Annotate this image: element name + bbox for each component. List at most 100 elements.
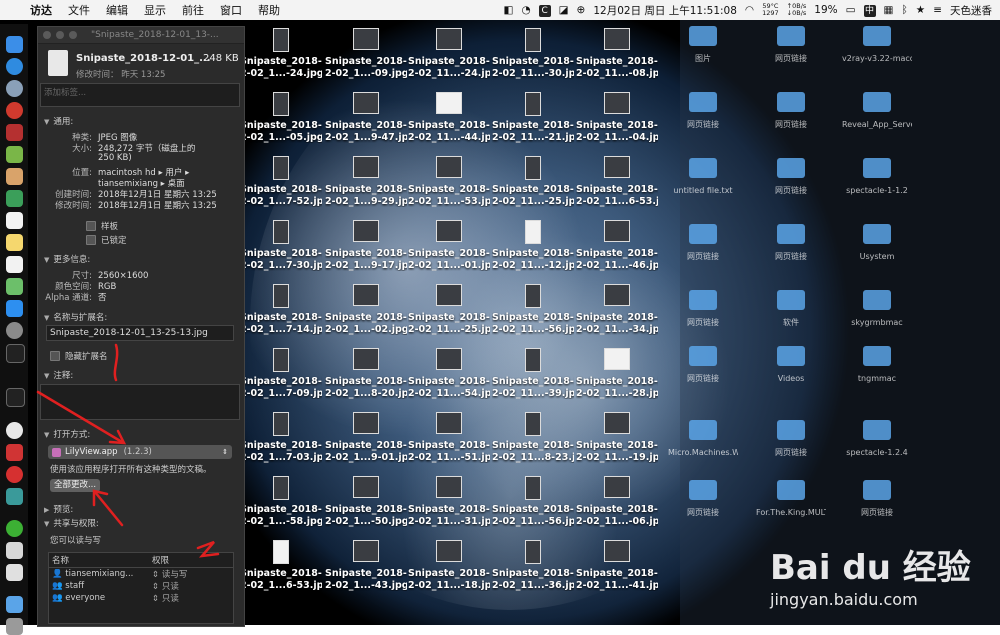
desktop-file[interactable]: Snipaste_2018-1 2-02_1...-09.jpg (325, 26, 407, 82)
desktop-file[interactable]: Snipaste_2018-1 2-02_11...-56.jpg (492, 474, 574, 530)
input-method-icon[interactable]: 中 (860, 4, 880, 17)
desktop-file[interactable]: Snipaste_2018-1 2-02_11...-54.jpg (408, 346, 490, 402)
desktop-file[interactable]: Snipaste_2018-1 2-02_11...-41.jpg (576, 538, 658, 594)
col-privilege[interactable]: 权限 (148, 554, 169, 566)
table-row[interactable]: 👥 staff ⇕ 只读 (49, 580, 233, 592)
name-ext-section-header[interactable]: ▼ 名称与扩展名: (44, 311, 107, 323)
wifi-icon[interactable]: ◠ (741, 4, 758, 16)
col-name[interactable]: 名称 (49, 554, 148, 566)
notes-dock-icon[interactable] (6, 234, 23, 251)
desktop-item[interactable]: 网页链接 (668, 290, 738, 350)
activity-monitor-dock-icon[interactable] (6, 344, 25, 363)
desktop-file[interactable]: Snipaste_2018-1 2-02_1...8-20.jpg (325, 346, 407, 402)
trash-dock-icon[interactable] (6, 618, 23, 635)
yandex-dock-icon[interactable] (6, 422, 23, 439)
desktop-item[interactable]: v2ray-v3.22-macos (842, 26, 912, 86)
zoom-button[interactable] (69, 31, 77, 39)
status-icon-1[interactable]: ◧ (500, 4, 518, 16)
menu-view[interactable]: 显示 (136, 2, 174, 18)
desktop-file[interactable]: Snipaste_2018-1 2-02_11...-39.jpg (492, 346, 574, 402)
game-app-dock-icon[interactable] (6, 124, 23, 141)
terminal-dock-icon[interactable] (6, 388, 25, 407)
menu-window[interactable]: 窗口 (212, 2, 250, 18)
reminders-dock-icon[interactable] (6, 256, 23, 273)
desktop-file[interactable]: Snipaste_2018-1 2-02_11...-34.jpg (576, 282, 658, 338)
desktop-file[interactable]: Snipaste_2018-1 2-02_1...7-03.jpg (240, 410, 322, 466)
close-button[interactable] (43, 31, 51, 39)
desktop-file[interactable]: Snipaste_2018-1 2-02_1...-24.jpg (240, 26, 322, 82)
desktop-file[interactable]: Snipaste_2018-1 2-02_11...-19.jpg (576, 410, 658, 466)
desktop-file[interactable]: Snipaste_2018-1 2-02_1...7-14.jpg (240, 282, 322, 338)
desktop-file[interactable]: Snipaste_2018-1 2-02_11...-53.jpg (408, 154, 490, 210)
battery-icon[interactable]: ▭ (842, 4, 860, 16)
document-2-dock-icon[interactable] (6, 564, 23, 581)
bluetooth-icon[interactable]: ᛒ (897, 4, 911, 16)
desktop-item[interactable]: 网页链接 (756, 158, 826, 218)
desktop-item[interactable]: 软件 (756, 290, 826, 350)
desktop-file[interactable]: Snipaste_2018-1 2-02_11...-28.jpg (576, 346, 658, 402)
comments-field[interactable] (40, 384, 240, 420)
menu-go[interactable]: 前往 (174, 2, 212, 18)
desktop-item[interactable]: skygrmbmac (842, 290, 912, 350)
general-section-header[interactable]: ▼ 通用: (44, 115, 73, 127)
desktop-item[interactable]: spectacle-1-1.2 (842, 158, 912, 218)
checkbox-icon[interactable] (86, 235, 96, 245)
star-icon[interactable]: ★ (912, 4, 929, 16)
desktop-item[interactable]: 网页链接 (668, 480, 738, 540)
table-row[interactable]: 👥 everyone ⇕ 只读 (49, 592, 233, 604)
table-row[interactable]: 👤 tiansemixiang... ⇕ 读与写 (49, 568, 233, 580)
desktop-file[interactable]: Snipaste_2018-12-02_11...8-23.jpg (492, 410, 574, 466)
desktop-item[interactable]: Reveal_App_Server_1.2.0 (842, 92, 912, 152)
launchpad-dock-icon[interactable] (6, 80, 23, 97)
downloads-dock-icon[interactable] (6, 596, 23, 613)
green-app-dock-icon[interactable] (6, 190, 23, 207)
desktop-item[interactable]: For.The.King.MULTI5-VATED (756, 480, 826, 540)
desktop-item[interactable]: 网页链接 (668, 224, 738, 284)
desktop-file[interactable]: Snipaste_2018-1 2-02_11...-36.jpg (492, 538, 574, 594)
desktop-file[interactable]: Snipaste_2018-1 2-02_11...-51.jpg (408, 410, 490, 466)
calendar-dock-icon[interactable] (6, 212, 23, 229)
desktop-file[interactable]: Snipaste_2018-1 2-02_11...-56.jpg (492, 282, 574, 338)
open-with-select[interactable]: LilyView.app (1.2.3) ⇕ (48, 445, 232, 459)
more-info-section-header[interactable]: ▼ 更多信息: (44, 253, 90, 265)
network-speed[interactable]: ↑0B/s ↓0B/s (783, 2, 811, 18)
desktop-file[interactable]: Snipaste_2018-1 2-02_11...-24.jpg (408, 26, 490, 82)
status-icon-2[interactable]: ◔ (517, 4, 534, 16)
desktop-file[interactable]: Snipaste_2018-1 2-02_1...9-47.jpg (325, 90, 407, 146)
teal-app-dock-icon[interactable] (6, 488, 23, 505)
desktop-item[interactable]: tngmmac (842, 346, 912, 406)
desktop-item[interactable]: 网页链接 (842, 480, 912, 540)
desktop-item[interactable]: 网页链接 (756, 420, 826, 480)
open-with-section-header[interactable]: ▼ 打开方式: (44, 428, 90, 440)
desktop-item[interactable]: 网页链接 (668, 346, 738, 406)
vivaldi-dock-icon[interactable] (6, 444, 23, 461)
desktop-file[interactable]: Snipaste_2018-1 2-02_1...-02.jpg (325, 282, 407, 338)
checkbox-icon[interactable] (86, 221, 96, 231)
user-name[interactable]: 天色迷香 (946, 3, 1000, 18)
desktop-item[interactable]: 网页链接 (668, 92, 738, 152)
desktop-file[interactable]: Snipaste_2018-1 2-02_11...-08.jpg (576, 26, 658, 82)
android-dock-icon[interactable] (6, 146, 23, 163)
menu-help[interactable]: 帮助 (250, 2, 288, 18)
desktop-file[interactable]: Snipaste_2018-1 2-02_11...-46.jpg (576, 218, 658, 274)
desktop-file[interactable]: Snipaste_2018-1 2-02_11...-21.jpg (492, 90, 574, 146)
desktop-item[interactable]: 网页链接 (756, 92, 826, 152)
desktop-file[interactable]: Snipaste_2018-1 2-02_1...9-29.jpg (325, 154, 407, 210)
disclosure-triangle-icon[interactable]: ▼ (44, 256, 49, 264)
app-store-dock-icon[interactable] (6, 300, 23, 317)
checkbox-icon[interactable] (50, 351, 60, 361)
desktop-file[interactable]: Snipaste_2018-1 2-02_11...-06.jpg (576, 474, 658, 530)
menu-edit[interactable]: 编辑 (98, 2, 136, 18)
disclosure-triangle-icon[interactable]: ▶ (44, 506, 49, 514)
name-ext-field[interactable]: Snipaste_2018-12-01_13-25-13.jpg (46, 325, 234, 341)
desktop-item[interactable]: untitled file.txt (668, 158, 738, 218)
disclosure-triangle-icon[interactable]: ▼ (44, 372, 49, 380)
disclosure-triangle-icon[interactable]: ▼ (44, 431, 49, 439)
desktop-file[interactable]: Snipaste_2018-1 2-02_11...-01.jpg (408, 218, 490, 274)
window-titlebar[interactable]: "Snipaste_2018-12-01_13-... (38, 27, 244, 44)
desktop-file[interactable]: Snipaste_2018-1 2-02_11...-25.jpg (408, 282, 490, 338)
desktop-file[interactable]: Snipaste_2018-1 2-02_11...-18.jpg (408, 538, 490, 594)
maps-dock-icon[interactable] (6, 278, 23, 295)
finder-dock-icon[interactable] (6, 36, 23, 53)
desktop-file[interactable]: Snipaste_2018-1 2-02_11...-04.jpg (576, 90, 658, 146)
